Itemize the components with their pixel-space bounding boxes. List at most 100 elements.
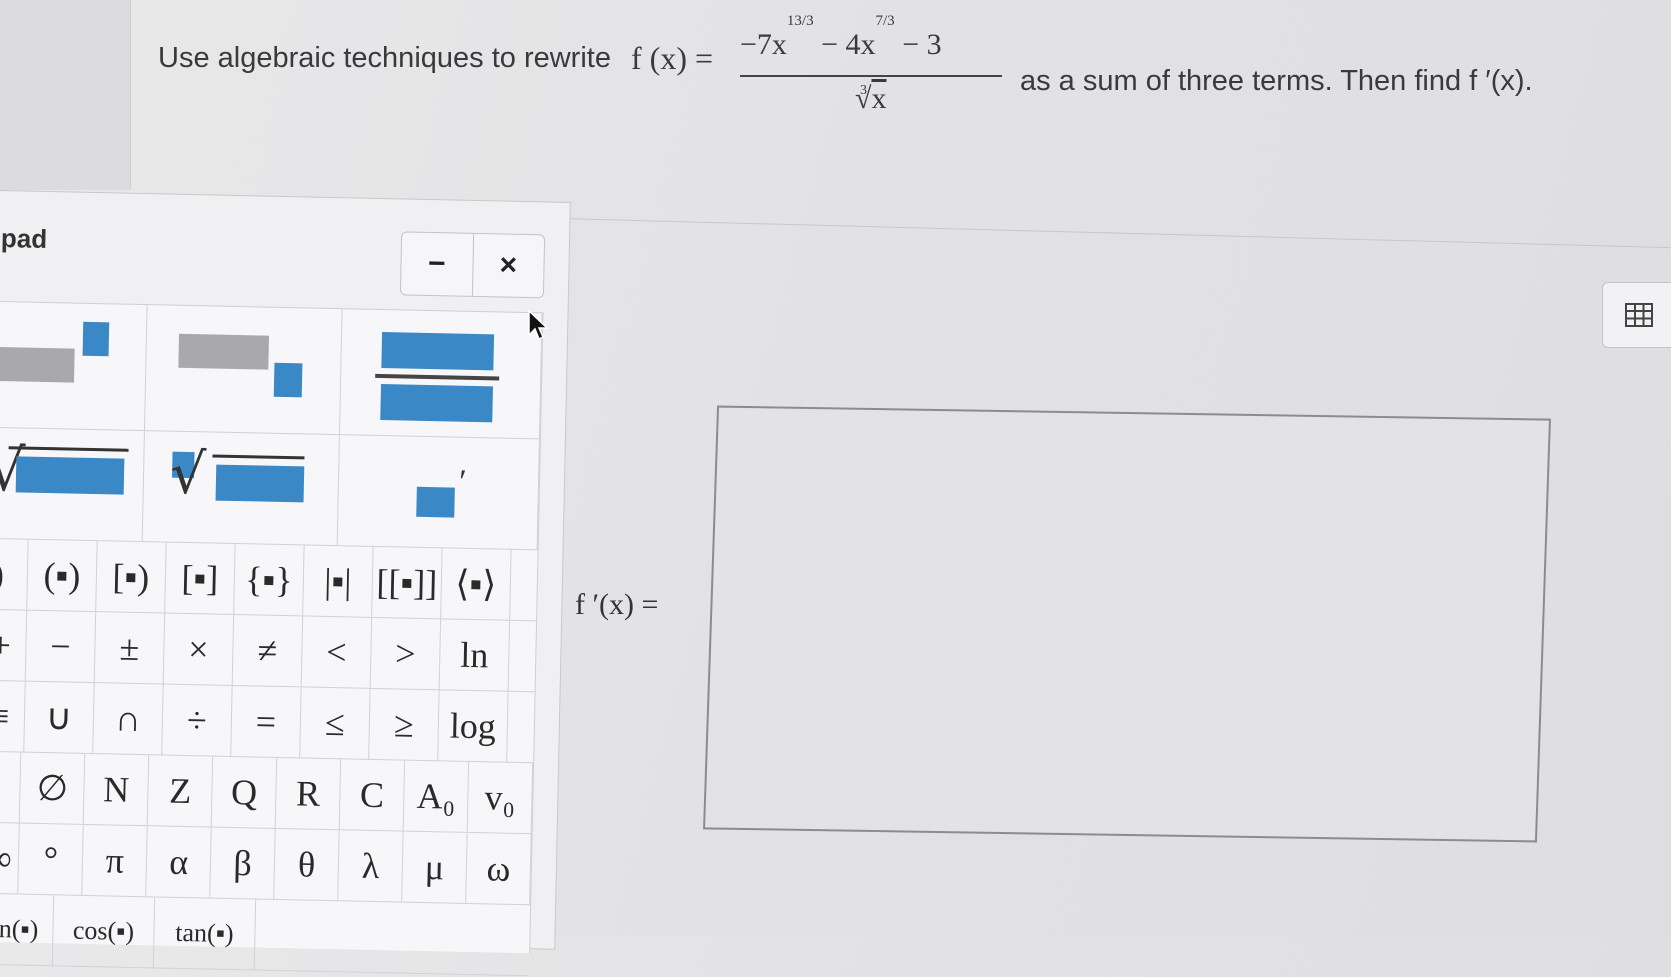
close-button[interactable]: ×: [471, 233, 545, 298]
key-integers[interactable]: Z: [148, 755, 214, 827]
root-index: 3: [860, 83, 867, 98]
question-text: Use algebraic techniques to rewrite f (x…: [158, 13, 1618, 140]
divider: [559, 218, 1671, 249]
set-row: ≡ ∪ ∩ ÷ = ≤ ≥ log: [0, 680, 535, 764]
key-omega[interactable]: ω: [466, 832, 532, 905]
question-prefix: Use algebraic techniques to rewrite: [158, 42, 611, 74]
key-v-zero[interactable]: v₀: [467, 761, 534, 834]
key-divide[interactable]: ÷: [162, 684, 233, 756]
function-fraction: −7x13/3 − 4x7/3 − 3 3√x: [740, 13, 1002, 120]
keypad-title: pad: [0, 223, 48, 254]
term2-coef: − 4x: [821, 28, 876, 61]
prime-template-button[interactable]: ′: [337, 435, 540, 550]
question-suffix: as a sum of three terms. Then find f ′(x…: [1020, 65, 1533, 97]
key-absolute-value[interactable]: |▪|: [303, 545, 374, 617]
key-infinity[interactable]: ∞: [0, 822, 21, 894]
key-intersection[interactable]: ∩: [93, 683, 164, 755]
key-curly-braces[interactable]: {▪}: [234, 544, 305, 616]
key-half-open-interval[interactable]: [▪): [96, 541, 167, 613]
denominator-placeholder: [380, 384, 494, 423]
key-greater-than[interactable]: >: [370, 617, 442, 690]
grid-toggle-button[interactable]: [1602, 282, 1671, 348]
prime-mark-icon: ′: [458, 463, 467, 501]
mouse-pointer-icon: [528, 310, 549, 341]
template-row-2: √ √ ′: [0, 427, 540, 551]
subscript-placeholder: [273, 362, 303, 398]
key-plus-minus[interactable]: ±: [94, 612, 166, 684]
key-pi[interactable]: π: [82, 824, 149, 897]
fraction-denominator: 3√x: [848, 82, 886, 116]
superscript-template-button[interactable]: [0, 301, 148, 431]
radicand-placeholder: [15, 456, 125, 495]
key-naturals[interactable]: N: [84, 753, 150, 826]
fraction-template-button[interactable]: [340, 309, 543, 439]
key-minus[interactable]: −: [25, 610, 97, 683]
key-plus[interactable]: +: [0, 609, 28, 681]
answer-input[interactable]: [703, 405, 1551, 843]
key-less-equal[interactable]: ≤: [300, 687, 371, 759]
key-times[interactable]: ×: [163, 613, 235, 685]
term2-exponent: 7/3: [875, 13, 895, 29]
left-strip: [0, 0, 131, 190]
operator-row: + − ± × ≠ < > ln: [0, 609, 537, 693]
math-keypad-panel: pad − × √ √ ′) (▪) [▪) [▪] {▪} |▪| [[▪]…: [0, 190, 571, 977]
key-degree[interactable]: °: [18, 823, 85, 895]
key-bar[interactable]: |: [0, 751, 22, 823]
exponent-placeholder: [82, 321, 110, 357]
key-equals[interactable]: =: [231, 685, 302, 758]
radicand: x: [871, 82, 887, 115]
key-reals[interactable]: R: [275, 757, 342, 830]
key-alpha[interactable]: α: [146, 826, 212, 898]
radical-overline: [8, 446, 129, 452]
bracket-row: ) (▪) [▪) [▪] {▪} |▪| [[▪]] ⟨▪⟩: [0, 538, 538, 622]
key-double-brackets[interactable]: [[▪]]: [372, 546, 443, 619]
term1-coef: −7x: [740, 28, 787, 61]
numerator-placeholder: [381, 332, 495, 371]
key-cos[interactable]: cos(▪): [52, 895, 156, 968]
letter-row: | ∅ N Z Q R C A₀ v₀: [0, 751, 534, 835]
key-beta[interactable]: β: [210, 827, 276, 899]
base-placeholder: [0, 346, 75, 383]
key-greater-equal[interactable]: ≥: [369, 688, 440, 761]
key-log[interactable]: log: [438, 690, 509, 762]
key-ln[interactable]: ln: [439, 619, 511, 691]
key-angle-brackets[interactable]: ⟨▪⟩: [441, 548, 512, 620]
base-placeholder: [178, 333, 270, 370]
key-union[interactable]: ∪: [24, 681, 95, 754]
key-tan[interactable]: tan(▪): [153, 897, 257, 970]
radical-overline: [212, 454, 305, 460]
function-label: f (x) =: [631, 40, 714, 76]
nth-root-template-button[interactable]: √: [142, 431, 341, 546]
minimize-button[interactable]: −: [401, 232, 473, 295]
key-mu[interactable]: μ: [402, 831, 468, 903]
key-a-zero[interactable]: A₀: [403, 760, 470, 832]
answer-label: f ′(x) =: [575, 588, 659, 621]
key-parentheses[interactable]: (▪): [27, 539, 98, 612]
fraction-bar: [740, 75, 1002, 77]
key-equivalent[interactable]: ≡: [0, 680, 26, 752]
key-paren-close[interactable]: ): [0, 538, 29, 610]
greek-row: ∞ ° π α β θ λ μ ω: [0, 822, 532, 906]
key-not-equal[interactable]: ≠: [232, 614, 304, 687]
fraction-bar: [375, 373, 500, 381]
fraction-numerator: −7x13/3 − 4x7/3 − 3: [740, 13, 1000, 62]
table-grid-icon: [1625, 303, 1653, 327]
term1-exponent: 13/3: [786, 13, 814, 29]
key-theta[interactable]: θ: [274, 828, 340, 901]
key-lambda[interactable]: λ: [338, 830, 404, 902]
template-row-1: [0, 301, 543, 440]
key-square-brackets[interactable]: [▪]: [165, 542, 236, 614]
square-root-template-button[interactable]: √: [0, 427, 146, 542]
term3: − 3: [902, 28, 942, 61]
key-sin[interactable]: n(▪): [0, 893, 55, 966]
key-empty-set[interactable]: ∅: [20, 752, 86, 824]
key-less-than[interactable]: <: [301, 616, 373, 688]
window-controls: − ×: [399, 231, 546, 299]
subscript-template-button[interactable]: [145, 305, 343, 435]
key-complex[interactable]: C: [339, 759, 406, 831]
radicand-placeholder: [215, 464, 305, 503]
keypad-grid: √ √ ′ ) (▪) [▪) [▪] {▪} |▪| [[▪]] ⟨▪⟩ + …: [0, 300, 544, 977]
key-rationals[interactable]: Q: [211, 756, 278, 828]
trig-row: n(▪) cos(▪) tan(▪): [0, 893, 531, 977]
radical-icon: √: [169, 441, 207, 508]
